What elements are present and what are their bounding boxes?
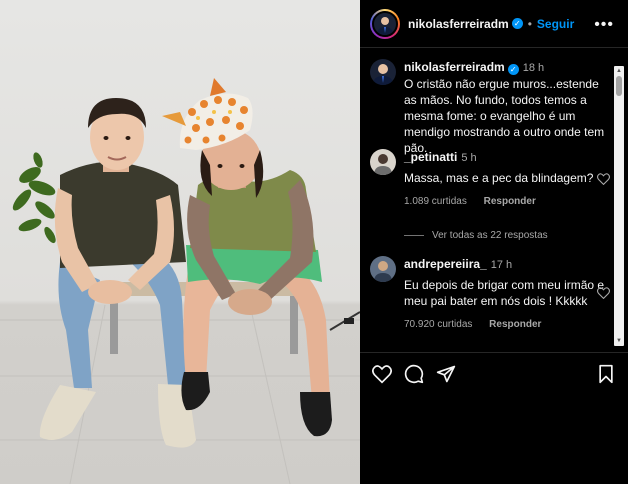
comment-text: Eu depois de brigar com meu irmão e meu …	[404, 278, 605, 308]
avatar-person-icon	[374, 154, 392, 175]
comment-body: andrepereiira_ 17 h Eu depois de brigar c…	[404, 256, 610, 333]
post-photo-illustration	[0, 78, 360, 484]
caption-time: 18 h	[522, 62, 545, 74]
avatar-person-icon	[374, 261, 392, 282]
post-caption: nikolasferreiradm ✓ 18 h O cristão não erg…	[370, 59, 610, 156]
comment-time: 5 h	[461, 152, 477, 164]
comment-meta: 1.089 curtidas Responder	[404, 194, 610, 210]
verified-badge-icon: ✓	[511, 18, 523, 29]
author-avatar[interactable]	[370, 8, 400, 39]
send-icon[interactable]	[436, 364, 456, 384]
post-photo	[0, 0, 360, 484]
comment-username[interactable]: andrepereiira_	[404, 257, 487, 271]
comment-avatar[interactable]	[370, 149, 396, 175]
scroll-thumb[interactable]	[616, 76, 622, 96]
view-replies-link[interactable]: Ver todas as 22 respostas	[404, 230, 548, 241]
comment-avatar[interactable]	[370, 256, 396, 282]
comments-scrollbar[interactable]: ▲ ▼	[614, 66, 624, 346]
avatar-person-icon	[377, 16, 393, 35]
scroll-up-arrow-icon[interactable]: ▲	[614, 66, 624, 76]
scroll-down-arrow-icon[interactable]: ▼	[614, 336, 624, 346]
avatar-person-icon	[373, 64, 393, 85]
bookmark-icon[interactable]	[596, 364, 616, 384]
post-side-panel: nikolasferreiradm ✓ • Seguir ••• nikolas…	[360, 0, 628, 484]
reply-button[interactable]: Responder	[484, 196, 536, 207]
comment-item: _petinatti 5 h Massa, mas e a pec da blin…	[370, 149, 610, 210]
comment-icon[interactable]	[404, 364, 424, 384]
plant	[12, 152, 56, 244]
comment-time: 17 h	[490, 259, 513, 271]
caption-username[interactable]: nikolasferreiradm	[404, 60, 505, 74]
caption-avatar[interactable]	[370, 59, 396, 85]
caption-body: nikolasferreiradm ✓ 18 h O cristão não erg…	[404, 59, 610, 156]
comment-username[interactable]: _petinatti	[404, 150, 457, 164]
post-header: nikolasferreiradm ✓ • Seguir •••	[360, 0, 628, 48]
more-options-icon[interactable]: •••	[594, 16, 614, 34]
verified-badge-icon: ✓	[507, 64, 519, 75]
heart-icon[interactable]	[597, 173, 610, 185]
follow-button[interactable]: Seguir	[537, 17, 574, 31]
heart-icon[interactable]	[597, 287, 610, 299]
comments-list: nikolasferreiradm ✓ 18 h O cristão não erg…	[360, 49, 612, 352]
caption-text: O cristão não ergue muros...estende as m…	[404, 77, 605, 155]
comment-likes[interactable]: 1.089 curtidas	[404, 196, 467, 207]
comment-likes[interactable]: 70.920 curtidas	[404, 319, 472, 330]
comment-body: _petinatti 5 h Massa, mas e a pec da blin…	[404, 149, 610, 210]
post-actions-bar	[360, 352, 628, 394]
comment-meta: 70.920 curtidas Responder	[404, 317, 610, 333]
comment-item: andrepereiira_ 17 h Eu depois de brigar c…	[370, 256, 610, 333]
heart-icon[interactable]	[372, 364, 392, 384]
person-right	[162, 78, 332, 437]
reply-button[interactable]: Responder	[489, 319, 541, 330]
person-left	[39, 98, 196, 448]
comment-text: Massa, mas e a pec da blindagem?	[404, 171, 594, 185]
separator-dot: •	[527, 16, 532, 31]
header-username[interactable]: nikolasferreiradm	[408, 17, 509, 31]
